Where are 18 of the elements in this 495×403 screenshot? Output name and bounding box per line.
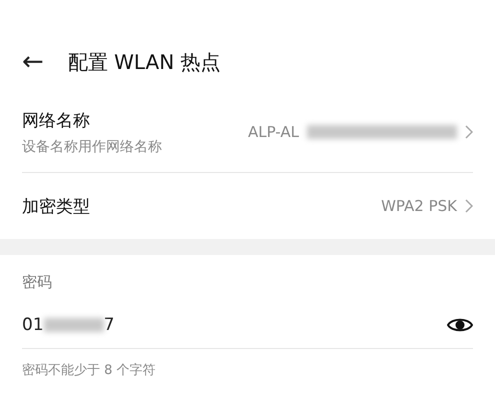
setting-description: 设备名称用作网络名称 — [22, 138, 162, 156]
password-label: 密码 — [22, 272, 53, 293]
blurred-value-icon — [44, 318, 104, 332]
eye-icon[interactable] — [447, 317, 473, 333]
setting-row[interactable]: 加密类型 WPA2 PSK — [22, 173, 473, 239]
chevron-icon — [465, 125, 473, 139]
chevron-icon — [465, 199, 473, 213]
password-hint: 密码不能少于 8 个字符 — [22, 362, 157, 379]
back-button[interactable]: ← — [22, 47, 44, 77]
setting-value: ALP-AL — [248, 123, 299, 141]
setting-label: 网络名称 — [22, 110, 91, 132]
page-title: 配置 WLAN 热点 — [68, 48, 221, 76]
password-field[interactable]: 01 7 — [22, 302, 473, 349]
setting-value: WPA2 PSK — [381, 197, 457, 215]
password-text: 01 — [22, 315, 44, 335]
setting-label: 加密类型 — [22, 196, 90, 218]
password-text: 7 — [104, 315, 114, 335]
setting-row[interactable]: 网络名称 设备名称用作网络名称 ALP-AL — [22, 92, 473, 173]
